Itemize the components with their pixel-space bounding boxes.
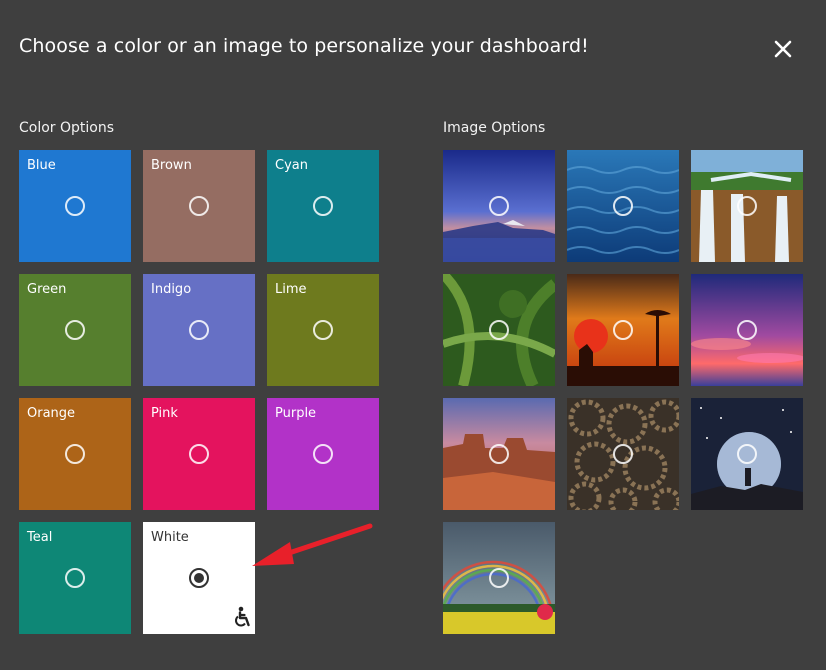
radio-button[interactable] <box>65 568 85 588</box>
radio-button[interactable] <box>737 196 757 216</box>
image-tile-moon-night-sky[interactable] <box>691 398 803 510</box>
radio-button[interactable] <box>613 320 633 340</box>
radio-button[interactable] <box>489 196 509 216</box>
radio-button[interactable] <box>313 320 333 340</box>
color-tile-blue[interactable]: Blue <box>19 150 131 262</box>
image-tile-bronze-gears[interactable] <box>567 398 679 510</box>
radio-button[interactable] <box>737 444 757 464</box>
color-tile-label: Orange <box>27 406 76 421</box>
dialog-title: Choose a color or an image to personaliz… <box>19 35 589 57</box>
personalize-dialog: Choose a color or an image to personaliz… <box>0 0 826 670</box>
color-tile-label: Purple <box>275 406 317 421</box>
radio-button[interactable] <box>65 196 85 216</box>
close-button[interactable] <box>770 36 796 62</box>
image-tile-green-jungle[interactable] <box>443 274 555 386</box>
image-tile-desert-canyon[interactable] <box>443 398 555 510</box>
color-tile-label: Blue <box>27 158 56 173</box>
radio-button[interactable] <box>313 444 333 464</box>
radio-button[interactable] <box>189 196 209 216</box>
close-icon <box>774 40 792 58</box>
accessibility-icon <box>235 606 250 627</box>
color-tile-white[interactable]: White <box>143 522 255 634</box>
image-options-heading: Image Options <box>443 120 546 136</box>
radio-button-selected[interactable] <box>189 568 209 588</box>
color-tile-label: Green <box>27 282 67 297</box>
color-tile-lime[interactable]: Lime <box>267 274 379 386</box>
color-tile-label: Brown <box>151 158 192 173</box>
color-tile-label: White <box>151 530 189 545</box>
radio-button[interactable] <box>489 444 509 464</box>
color-tile-brown[interactable]: Brown <box>143 150 255 262</box>
radio-button[interactable] <box>313 196 333 216</box>
image-tile-blue-lake-mountains[interactable] <box>443 150 555 262</box>
color-tile-label: Lime <box>275 282 307 297</box>
radio-button[interactable] <box>189 320 209 340</box>
color-tile-pink[interactable]: Pink <box>143 398 255 510</box>
image-tile-waterfall-cliffs[interactable] <box>691 150 803 262</box>
radio-button[interactable] <box>65 320 85 340</box>
radio-button[interactable] <box>489 320 509 340</box>
radio-selected-dot <box>194 573 204 583</box>
color-tile-green[interactable]: Green <box>19 274 131 386</box>
color-tile-label: Indigo <box>151 282 192 297</box>
image-tile-ocean-water[interactable] <box>567 150 679 262</box>
image-tile-orange-sunset-savanna[interactable] <box>567 274 679 386</box>
radio-button[interactable] <box>613 196 633 216</box>
radio-button[interactable] <box>65 444 85 464</box>
color-tile-indigo[interactable]: Indigo <box>143 274 255 386</box>
color-tile-purple[interactable]: Purple <box>267 398 379 510</box>
color-tile-orange[interactable]: Orange <box>19 398 131 510</box>
radio-button[interactable] <box>613 444 633 464</box>
red-arrow-icon <box>252 523 373 566</box>
color-tile-teal[interactable]: Teal <box>19 522 131 634</box>
radio-button[interactable] <box>189 444 209 464</box>
image-tile-rainbow-meadow[interactable] <box>443 522 555 634</box>
color-tile-cyan[interactable]: Cyan <box>267 150 379 262</box>
color-tile-label: Cyan <box>275 158 308 173</box>
radio-button[interactable] <box>737 320 757 340</box>
image-tile-pink-sky-clouds[interactable] <box>691 274 803 386</box>
radio-button[interactable] <box>489 568 509 588</box>
color-tile-label: Teal <box>27 530 53 545</box>
color-tile-label: Pink <box>151 406 178 421</box>
color-options-heading: Color Options <box>19 120 115 136</box>
